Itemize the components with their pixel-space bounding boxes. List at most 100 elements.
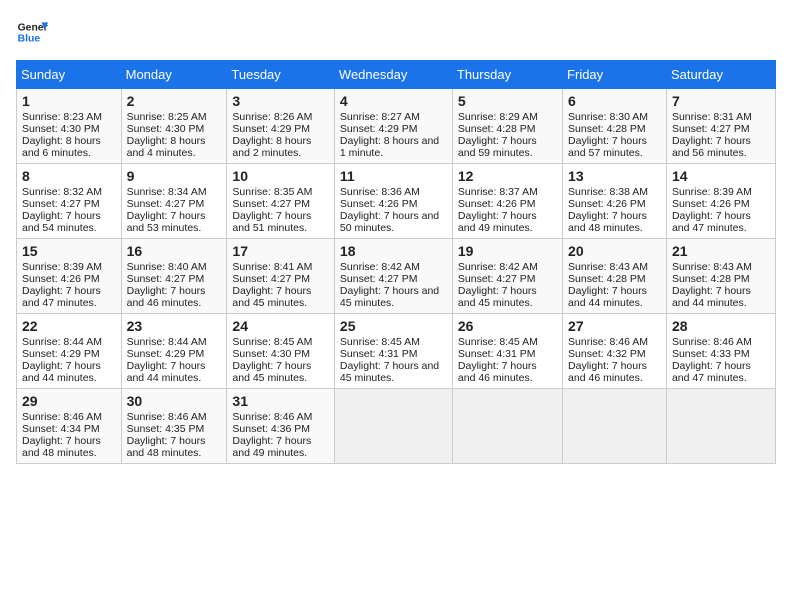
sunrise: Sunrise: 8:46 AM — [22, 411, 102, 423]
sunrise: Sunrise: 8:30 AM — [568, 111, 648, 123]
sunrise: Sunrise: 8:38 AM — [568, 186, 648, 198]
sunset: Sunset: 4:30 PM — [127, 123, 205, 135]
day-number: 31 — [232, 393, 329, 409]
day-cell: 14Sunrise: 8:39 AMSunset: 4:26 PMDayligh… — [666, 164, 775, 239]
daylight-label: Daylight: 7 hours and 48 minutes. — [127, 435, 206, 459]
daylight-label: Daylight: 7 hours and 45 minutes. — [232, 285, 311, 309]
daylight-label: Daylight: 7 hours and 44 minutes. — [127, 360, 206, 384]
header-day-monday: Monday — [121, 61, 227, 89]
day-cell: 8Sunrise: 8:32 AMSunset: 4:27 PMDaylight… — [17, 164, 122, 239]
day-number: 15 — [22, 243, 116, 259]
sunset: Sunset: 4:26 PM — [672, 198, 750, 210]
daylight-label: Daylight: 8 hours and 6 minutes. — [22, 135, 101, 159]
sunset: Sunset: 4:27 PM — [340, 273, 418, 285]
daylight-label: Daylight: 7 hours and 48 minutes. — [22, 435, 101, 459]
sunset: Sunset: 4:29 PM — [22, 348, 100, 360]
header-day-wednesday: Wednesday — [334, 61, 452, 89]
sunrise: Sunrise: 8:43 AM — [568, 261, 648, 273]
day-number: 4 — [340, 93, 447, 109]
day-number: 17 — [232, 243, 329, 259]
day-cell: 29 Sunrise: 8:46 AMSunset: 4:34 PMDayligh… — [17, 389, 122, 464]
day-cell: 17Sunrise: 8:41 AMSunset: 4:27 PMDayligh… — [227, 239, 335, 314]
daylight-label: Daylight: 7 hours and 49 minutes. — [232, 435, 311, 459]
daylight-label: Daylight: 7 hours and 45 minutes. — [340, 285, 439, 309]
header-day-tuesday: Tuesday — [227, 61, 335, 89]
sunrise: Sunrise: 8:44 AM — [22, 336, 102, 348]
sunrise: Sunrise: 8:25 AM — [127, 111, 207, 123]
sunrise: Sunrise: 8:40 AM — [127, 261, 207, 273]
header-day-sunday: Sunday — [17, 61, 122, 89]
day-cell: 19Sunrise: 8:42 AMSunset: 4:27 PMDayligh… — [452, 239, 562, 314]
day-number: 5 — [458, 93, 557, 109]
sunrise: Sunrise: 8:29 AM — [458, 111, 538, 123]
day-cell: 15 Sunrise: 8:39 AMSunset: 4:26 PMDayligh… — [17, 239, 122, 314]
day-cell — [452, 389, 562, 464]
sunset: Sunset: 4:28 PM — [458, 123, 536, 135]
sunset: Sunset: 4:26 PM — [22, 273, 100, 285]
day-number: 18 — [340, 243, 447, 259]
daylight-label: Daylight: 7 hours and 44 minutes. — [672, 285, 751, 309]
sunrise: Sunrise: 8:42 AM — [458, 261, 538, 273]
sunset: Sunset: 4:35 PM — [127, 423, 205, 435]
sunrise: Sunrise: 8:45 AM — [340, 336, 420, 348]
sunrise: Sunrise: 8:45 AM — [232, 336, 312, 348]
sunrise: Sunrise: 8:46 AM — [672, 336, 752, 348]
day-cell: 31Sunrise: 8:46 AMSunset: 4:36 PMDayligh… — [227, 389, 335, 464]
day-cell: 25Sunrise: 8:45 AMSunset: 4:31 PMDayligh… — [334, 314, 452, 389]
daylight-label: Daylight: 8 hours and 4 minutes. — [127, 135, 206, 159]
daylight-label: Daylight: 7 hours and 48 minutes. — [568, 210, 647, 234]
sunset: Sunset: 4:26 PM — [340, 198, 418, 210]
sunrise: Sunrise: 8:35 AM — [232, 186, 312, 198]
header: General Blue — [16, 16, 776, 48]
sunset: Sunset: 4:28 PM — [672, 273, 750, 285]
day-number: 29 — [22, 393, 116, 409]
day-number: 28 — [672, 318, 770, 334]
day-cell: 2Sunrise: 8:25 AMSunset: 4:30 PMDaylight… — [121, 89, 227, 164]
sunrise: Sunrise: 8:32 AM — [22, 186, 102, 198]
daylight-label: Daylight: 7 hours and 45 minutes. — [458, 285, 537, 309]
day-number: 8 — [22, 168, 116, 184]
day-number: 27 — [568, 318, 661, 334]
sunset: Sunset: 4:28 PM — [568, 273, 646, 285]
week-row-5: 29Sunrise: 8:46 AMSunset: 4:34 PMDayligh… — [17, 389, 776, 464]
day-cell: 23Sunrise: 8:44 AMSunset: 4:29 PMDayligh… — [121, 314, 227, 389]
day-cell — [666, 389, 775, 464]
header-day-thursday: Thursday — [452, 61, 562, 89]
daylight-label: Daylight: 7 hours and 57 minutes. — [568, 135, 647, 159]
day-number: 22 — [22, 318, 116, 334]
header-day-saturday: Saturday — [666, 61, 775, 89]
day-cell: 10Sunrise: 8:35 AMSunset: 4:27 PMDayligh… — [227, 164, 335, 239]
sunrise: Sunrise: 8:23 AM — [22, 111, 102, 123]
daylight-label: Daylight: 7 hours and 44 minutes. — [568, 285, 647, 309]
sunrise: Sunrise: 8:31 AM — [672, 111, 752, 123]
day-cell: 3Sunrise: 8:26 AMSunset: 4:29 PMDaylight… — [227, 89, 335, 164]
sunrise: Sunrise: 8:39 AM — [22, 261, 102, 273]
sunrise: Sunrise: 8:41 AM — [232, 261, 312, 273]
day-number: 26 — [458, 318, 557, 334]
day-cell: 30Sunrise: 8:46 AMSunset: 4:35 PMDayligh… — [121, 389, 227, 464]
header-row: SundayMondayTuesdayWednesdayThursdayFrid… — [17, 61, 776, 89]
sunset: Sunset: 4:27 PM — [232, 198, 310, 210]
sunset: Sunset: 4:27 PM — [22, 198, 100, 210]
day-number: 9 — [127, 168, 222, 184]
daylight-label: Daylight: 7 hours and 46 minutes. — [568, 360, 647, 384]
daylight-label: Daylight: 7 hours and 51 minutes. — [232, 210, 311, 234]
daylight-label: Daylight: 7 hours and 53 minutes. — [127, 210, 206, 234]
day-number: 13 — [568, 168, 661, 184]
week-row-4: 22 Sunrise: 8:44 AMSunset: 4:29 PM Dayligh… — [17, 314, 776, 389]
sunset: Sunset: 4:30 PM — [232, 348, 310, 360]
sunrise: Sunrise: 8:39 AM — [672, 186, 752, 198]
sunset: Sunset: 4:33 PM — [672, 348, 750, 360]
daylight-label: Daylight: 7 hours and 50 minutes. — [340, 210, 439, 234]
day-cell: 20Sunrise: 8:43 AMSunset: 4:28 PMDayligh… — [563, 239, 667, 314]
day-cell: 21Sunrise: 8:43 AMSunset: 4:28 PMDayligh… — [666, 239, 775, 314]
sunset: Sunset: 4:28 PM — [568, 123, 646, 135]
daylight-label: Daylight: 7 hours and 47 minutes. — [672, 360, 751, 384]
sunrise: Sunrise: 8:45 AM — [458, 336, 538, 348]
daylight-label: Daylight: 7 hours and 47 minutes. — [22, 285, 101, 309]
sunset: Sunset: 4:34 PM — [22, 423, 100, 435]
day-number: 11 — [340, 168, 447, 184]
day-number: 6 — [568, 93, 661, 109]
day-cell — [334, 389, 452, 464]
sunset: Sunset: 4:27 PM — [127, 273, 205, 285]
